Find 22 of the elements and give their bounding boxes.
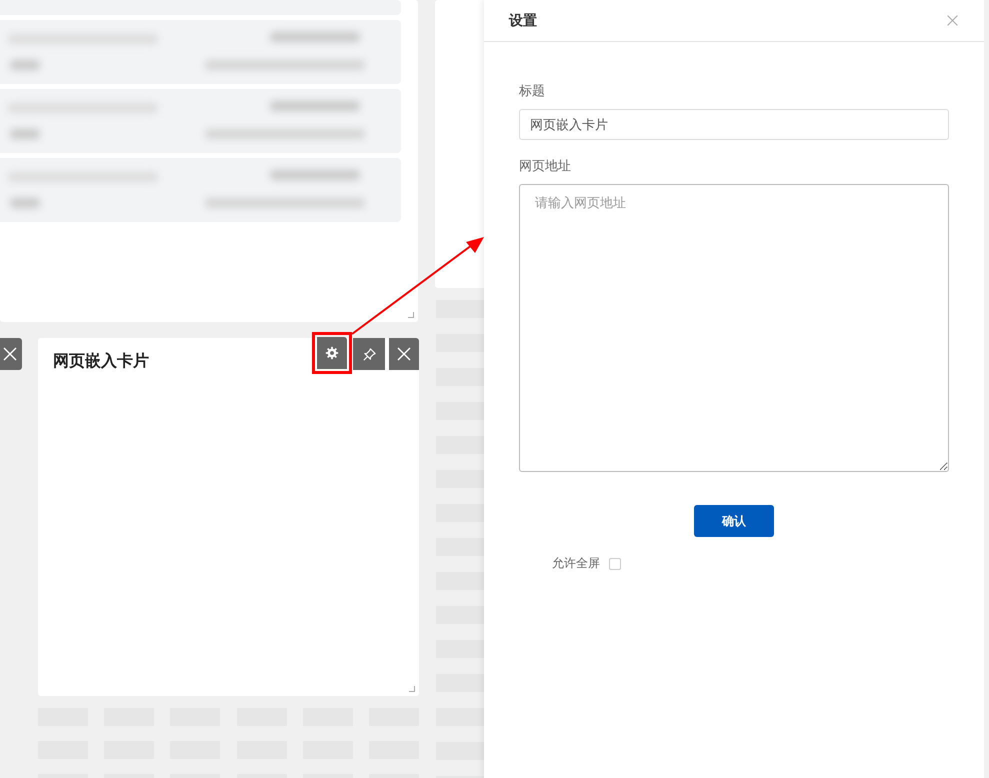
close-icon [396,346,412,362]
confirm-button[interactable]: 确认 [694,505,774,537]
close-button[interactable] [0,338,22,370]
blurred-text [10,129,40,139]
resize-handle[interactable] [408,312,414,318]
pin-button[interactable] [353,338,385,370]
close-icon [946,14,959,27]
pin-icon [362,346,376,362]
url-field[interactable]: 请输入网页地址 [519,184,949,472]
fullscreen-checkbox[interactable] [609,558,621,570]
settings-icon [325,346,339,360]
blurred-text [10,198,40,208]
field-label: 网页地址 [519,158,572,175]
field-label: 标题 [519,83,546,100]
close-icon [2,346,18,362]
drawer-title: 设置 [509,12,537,30]
blurred-text [10,60,40,70]
card-title: 网页嵌入卡片 [53,351,149,372]
title-field[interactable]: 网页嵌入卡片 [519,109,949,140]
resize-handle[interactable] [409,686,415,692]
close-button[interactable] [389,338,419,370]
checkbox-label: 允许全屏 [552,555,600,572]
